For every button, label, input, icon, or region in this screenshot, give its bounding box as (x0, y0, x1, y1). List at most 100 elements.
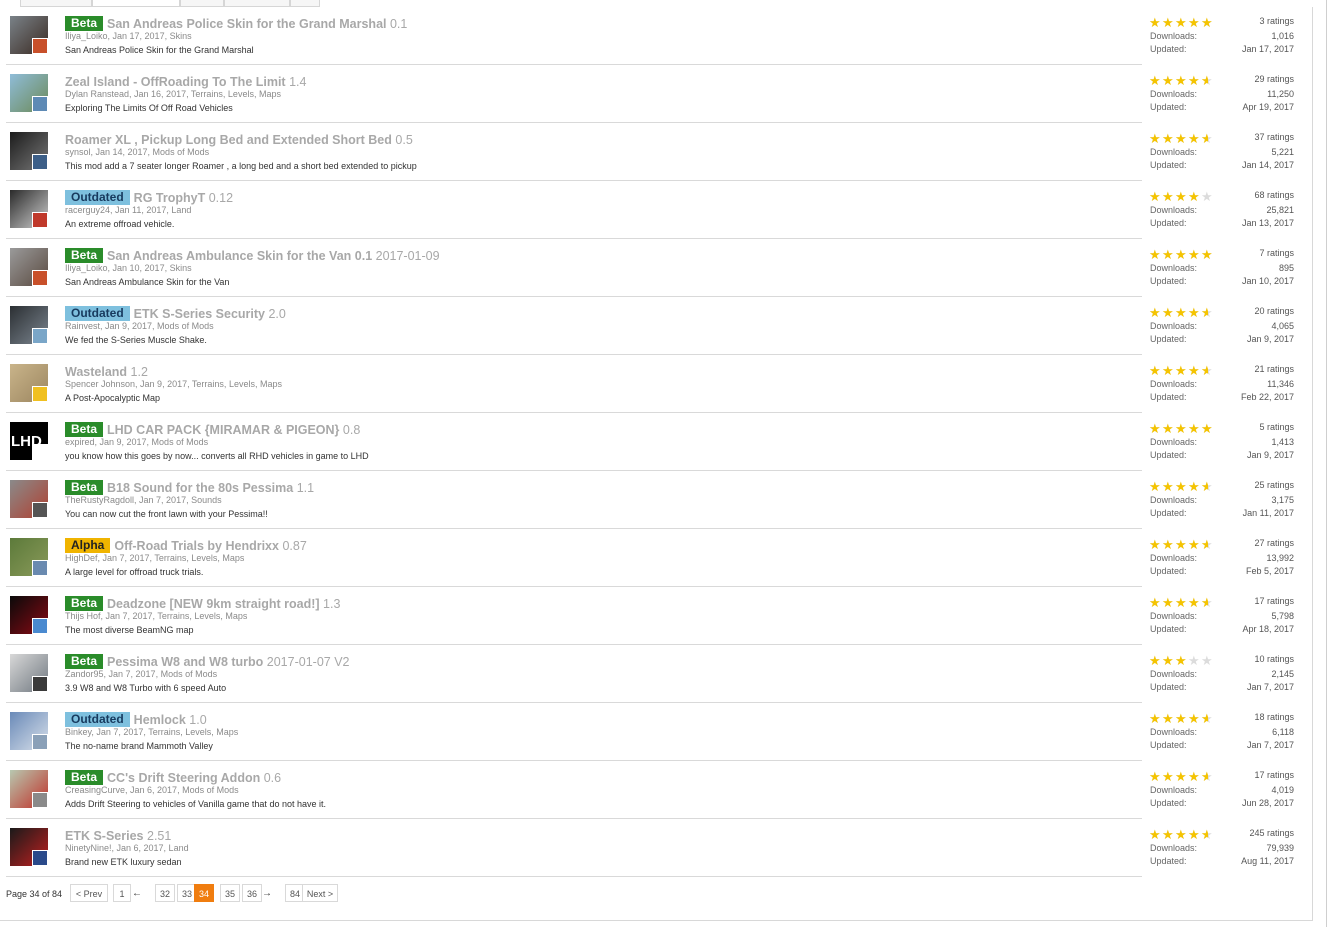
resource-meta[interactable]: Rainvest, Jan 9, 2017, Mods of Mods (65, 321, 214, 331)
resource-title-link[interactable]: ETK S-Series (65, 829, 144, 843)
resource-meta[interactable]: Spencer Johnson, Jan 9, 2017, Terrains, … (65, 379, 282, 389)
updated-date: Jan 9, 2017 (1246, 450, 1294, 460)
resource-meta[interactable]: TheRustyRagdoll, Jan 7, 2017, Sounds (65, 495, 222, 505)
top-tab[interactable] (20, 0, 92, 7)
prev-page-button[interactable]: < Prev (70, 884, 108, 902)
resource-meta[interactable]: HighDef, Jan 7, 2017, Terrains, Levels, … (65, 553, 244, 563)
rating-count: 27 ratings (1254, 538, 1294, 548)
resource-meta[interactable]: NinetyNine!, Jan 6, 2017, Land (65, 843, 189, 853)
resource-meta[interactable]: expired, Jan 9, 2017, Mods of Mods (65, 437, 208, 447)
resource-title-link[interactable]: CC's Drift Steering Addon (107, 771, 260, 785)
resource-thumbnail[interactable] (10, 480, 48, 518)
resource-title-link[interactable]: Deadzone [NEW 9km straight road!] (107, 597, 320, 611)
resource-row: Beta B18 Sound for the 80s Pessima 1.1 The… (0, 471, 1300, 529)
top-tab[interactable] (180, 0, 224, 7)
page-button-1[interactable]: 1 (113, 884, 131, 902)
updated-label: Updated: (1150, 624, 1187, 634)
resource-meta[interactable]: Iliya_Loiko, Jan 10, 2017, Skins (65, 263, 192, 273)
star-icon: ★★ (1149, 595, 1161, 610)
resource-version: 2017-01-07 V2 (266, 655, 350, 669)
author-avatar[interactable] (32, 154, 48, 170)
status-badge: Beta (65, 596, 104, 611)
page-button-36[interactable]: 36 (242, 884, 262, 902)
resource-meta[interactable]: synsol, Jan 14, 2017, Mods of Mods (65, 147, 209, 157)
resource-meta[interactable]: Zandor95, Jan 7, 2017, Mods of Mods (65, 669, 217, 679)
star-fill: ★ (1175, 307, 1187, 319)
page-button-34-current[interactable]: 34 (194, 884, 214, 902)
author-avatar[interactable] (32, 502, 48, 518)
resource-title-link[interactable]: Off-Road Trials by Hendrixx (114, 539, 279, 553)
author-avatar[interactable] (32, 792, 48, 808)
resource-title-link[interactable]: Pessima W8 and W8 turbo (107, 655, 263, 669)
author-avatar[interactable] (32, 386, 48, 402)
author-avatar[interactable] (32, 328, 48, 344)
resource-thumbnail[interactable]: LHD (10, 422, 48, 460)
star-icon: ★★ (1149, 711, 1161, 726)
star-fill: ★ (1175, 655, 1187, 667)
resource-meta[interactable]: Iliya_Loiko, Jan 17, 2017, Skins (65, 31, 192, 41)
author-avatar[interactable] (32, 734, 48, 750)
author-avatar[interactable] (32, 38, 48, 54)
resource-thumbnail[interactable] (10, 74, 48, 112)
resource-title-line: Roamer XL , Pickup Long Bed and Extended… (65, 132, 413, 148)
top-tab[interactable] (290, 0, 320, 7)
downloads-label: Downloads: (1150, 843, 1198, 853)
updated-label: Updated: (1150, 392, 1187, 402)
top-tab[interactable] (224, 0, 290, 7)
resource-thumbnail[interactable] (10, 364, 48, 402)
resource-thumbnail[interactable] (10, 828, 48, 866)
resource-title-link[interactable]: San Andreas Ambulance Skin for the Van 0… (107, 249, 372, 263)
page-button-35[interactable]: 35 (220, 884, 240, 902)
resource-title-link[interactable]: LHD CAR PACK {MIRAMAR & PIGEON} (107, 423, 339, 437)
star-icon: ★★ (1149, 189, 1161, 204)
resource-thumbnail[interactable] (10, 248, 48, 286)
resource-title-link[interactable]: B18 Sound for the 80s Pessima (107, 481, 293, 495)
resource-thumbnail[interactable] (10, 306, 48, 344)
resource-thumbnail[interactable] (10, 190, 48, 228)
resource-description: The most diverse BeamNG map (65, 625, 194, 635)
author-avatar[interactable] (32, 676, 48, 692)
resource-title-link[interactable]: Hemlock (134, 713, 186, 727)
resource-title-link[interactable]: Wasteland (65, 365, 127, 379)
resource-meta[interactable]: Thijs Hof, Jan 7, 2017, Terrains, Levels… (65, 611, 247, 621)
downloads-label: Downloads: (1150, 437, 1198, 447)
author-avatar[interactable] (32, 212, 48, 228)
resource-thumbnail[interactable] (10, 770, 48, 808)
star-fill: ★ (1149, 365, 1161, 377)
downloads-count: 5,798 (1271, 611, 1294, 621)
top-tab[interactable] (92, 0, 180, 7)
resource-version: 0.5 (395, 133, 413, 147)
author-avatar[interactable] (32, 270, 48, 286)
author-avatar[interactable] (32, 618, 48, 634)
rating-count: 25 ratings (1254, 480, 1294, 490)
author-avatar[interactable] (32, 850, 48, 866)
updated-label: Updated: (1150, 740, 1187, 750)
resource-title-link[interactable]: ETK S-Series Security (134, 307, 265, 321)
star-icon: ★★ (1149, 827, 1161, 842)
scrollbar[interactable] (1326, 0, 1327, 927)
author-avatar[interactable] (32, 96, 48, 112)
resource-title-link[interactable]: RG TrophyT (134, 191, 206, 205)
author-avatar[interactable] (32, 444, 48, 460)
resource-meta[interactable]: Dylan Ranstead, Jan 16, 2017, Terrains, … (65, 89, 281, 99)
resource-title-link[interactable]: Zeal Island - OffRoading To The Limit (65, 75, 286, 89)
resource-thumbnail[interactable] (10, 654, 48, 692)
updated-label: Updated: (1150, 682, 1187, 692)
page-button-32[interactable]: 32 (155, 884, 175, 902)
resource-meta[interactable]: Binkey, Jan 7, 2017, Terrains, Levels, M… (65, 727, 238, 737)
next-page-button[interactable]: Next > (302, 884, 338, 902)
author-avatar[interactable] (32, 560, 48, 576)
resource-thumbnail[interactable] (10, 16, 48, 54)
resource-meta[interactable]: racerguy24, Jan 11, 2017, Land (65, 205, 191, 215)
resource-thumbnail[interactable] (10, 596, 48, 634)
resource-title-link[interactable]: San Andreas Police Skin for the Grand Ma… (107, 17, 386, 31)
resource-thumbnail[interactable] (10, 132, 48, 170)
resource-title-line: Beta Deadzone [NEW 9km straight road!] 1.… (65, 596, 340, 612)
resource-title-link[interactable]: Roamer XL , Pickup Long Bed and Extended… (65, 133, 392, 147)
downloads-label: Downloads: (1150, 727, 1198, 737)
resource-thumbnail[interactable] (10, 538, 48, 576)
star-fill: ★ (1175, 539, 1187, 551)
star-fill: ★ (1162, 597, 1174, 609)
resource-meta[interactable]: CreasingCurve, Jan 6, 2017, Mods of Mods (65, 785, 239, 795)
resource-thumbnail[interactable] (10, 712, 48, 750)
